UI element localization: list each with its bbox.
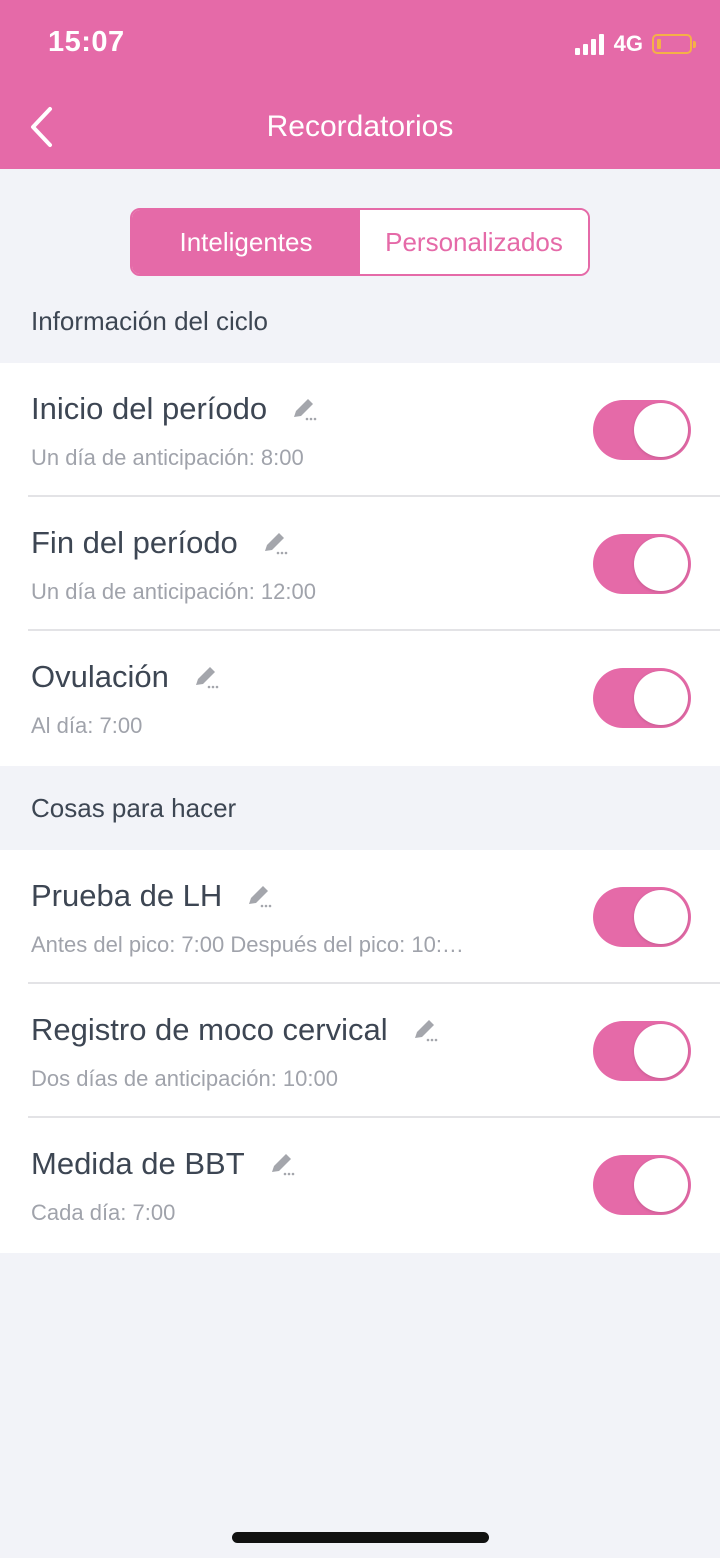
reminder-row[interactable]: Medida de BBT Cada día: 7:00	[0, 1118, 720, 1252]
reminder-toggle[interactable]	[593, 534, 691, 594]
reminder-row[interactable]: Registro de moco cervical Dos días de an…	[0, 984, 720, 1118]
reminder-row[interactable]: Ovulación Al día: 7:00	[0, 631, 720, 765]
home-indicator[interactable]	[232, 1532, 489, 1543]
reminder-title: Ovulación	[31, 659, 169, 694]
reminder-subtitle: Antes del pico: 7:00 Después del pico: 1…	[31, 932, 464, 957]
pencil-icon[interactable]	[193, 663, 221, 691]
reminder-title: Inicio del período	[31, 391, 268, 426]
pencil-icon[interactable]	[262, 529, 290, 557]
reminder-title: Registro de moco cervical	[31, 1012, 388, 1047]
reminder-row[interactable]: Prueba de LH Antes del pico: 7:00 Despué…	[0, 850, 720, 984]
header: 15:07 4G Recordatorios	[0, 0, 720, 169]
reminder-row[interactable]: Inicio del período Un día de anticipació…	[0, 363, 720, 497]
reminder-subtitle: Al día: 7:00	[31, 713, 143, 738]
pencil-icon[interactable]	[412, 1016, 440, 1044]
reminder-toggle[interactable]	[593, 887, 691, 947]
screen: 15:07 4G Recordatorios Inteligentes Pers…	[0, 0, 720, 1558]
reminder-subtitle: Dos días de anticipación: 10:00	[31, 1066, 338, 1091]
reminder-subtitle: Un día de anticipación: 8:00	[31, 445, 304, 470]
reminder-toggle[interactable]	[593, 668, 691, 728]
page-title: Recordatorios	[266, 110, 454, 143]
reminder-row[interactable]: Fin del período Un día de anticipación: …	[0, 497, 720, 631]
pencil-icon[interactable]	[269, 1150, 297, 1178]
cycle-reminders-card: Inicio del período Un día de anticipació…	[0, 363, 720, 766]
battery-icon	[652, 34, 696, 54]
section-title-cosas: Cosas para hacer	[31, 793, 237, 823]
reminder-title: Fin del período	[31, 525, 238, 560]
signal-icon	[574, 33, 607, 55]
todo-reminders-card: Prueba de LH Antes del pico: 7:00 Despué…	[0, 850, 720, 1253]
tab-inteligentes[interactable]: Inteligentes	[132, 210, 360, 274]
pencil-icon[interactable]	[246, 882, 274, 910]
reminder-toggle[interactable]	[593, 1155, 691, 1215]
reminder-toggle[interactable]	[593, 400, 691, 460]
pencil-icon[interactable]	[291, 395, 319, 423]
tab-personalizados[interactable]: Personalizados	[360, 210, 588, 274]
network-label: 4G	[613, 31, 643, 56]
reminder-toggle[interactable]	[593, 1021, 691, 1081]
status-time: 15:07	[48, 26, 125, 58]
reminder-title: Medida de BBT	[31, 1146, 245, 1181]
segmented-control: Inteligentes Personalizados	[130, 208, 590, 276]
reminder-subtitle: Un día de anticipación: 12:00	[31, 579, 316, 604]
reminder-title: Prueba de LH	[31, 878, 223, 913]
section-title-ciclo: Información del ciclo	[31, 306, 268, 336]
status-icons: 4G	[574, 31, 696, 57]
reminder-subtitle: Cada día: 7:00	[31, 1200, 176, 1225]
